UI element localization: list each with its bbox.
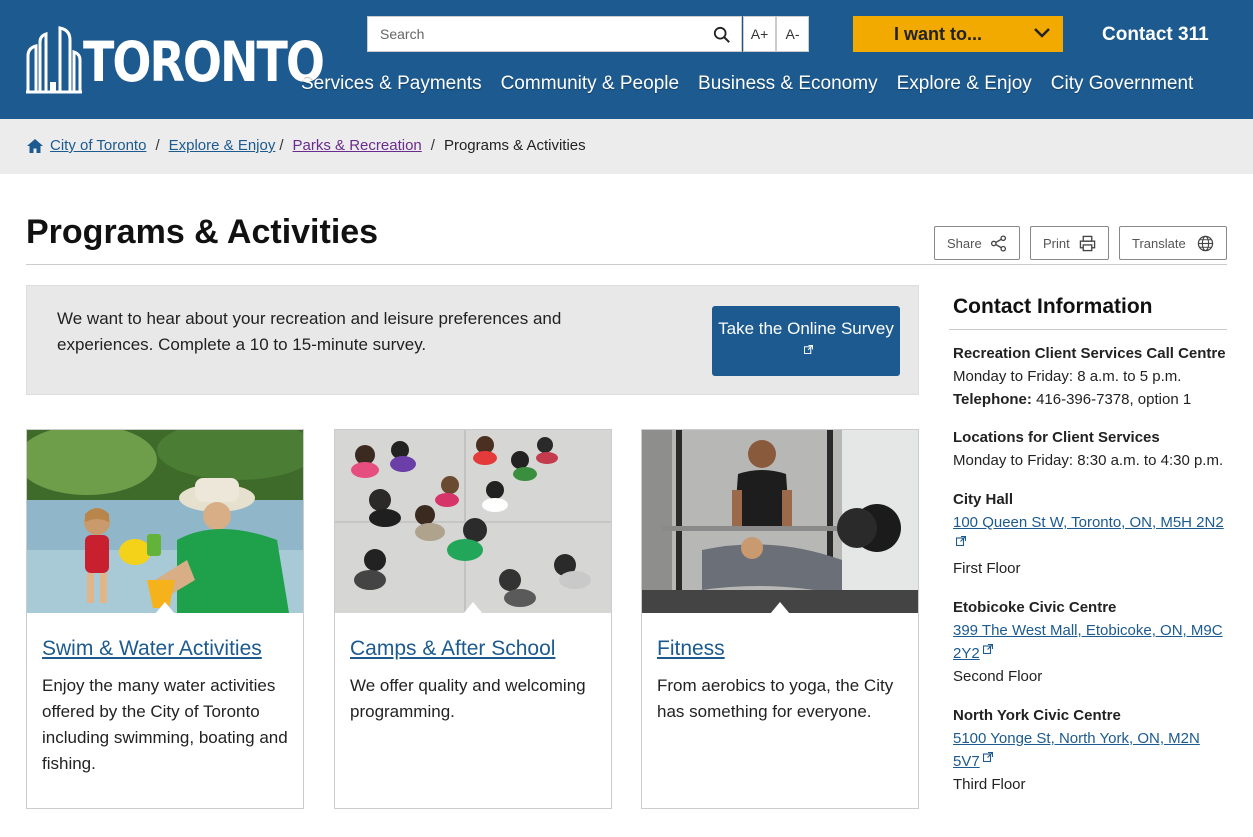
main-navigation: Services & Payments Community & People B… [301, 73, 1212, 95]
nav-business-economy[interactable]: Business & Economy [698, 73, 878, 95]
i-want-to-label: I want to... [894, 23, 982, 44]
contact-311-link[interactable]: Contact 311 [1102, 24, 1209, 46]
office-north-york: North York Civic Centre 5100 Yonge St, N… [949, 704, 1227, 796]
card-title: Fitness [657, 637, 725, 661]
card-title: Swim & Water Activities [42, 637, 262, 661]
logo-wordmark: TORONTO [83, 29, 325, 95]
nav-services-payments[interactable]: Services & Payments [301, 73, 482, 95]
swim-water-link[interactable]: Swim & Water Activities [42, 637, 262, 660]
office-name: City Hall [953, 491, 1014, 508]
breadcrumb-separator: / [430, 137, 435, 154]
sidebar-title: Contact Information [949, 285, 1227, 330]
survey-text: We want to hear about your recreation an… [57, 309, 562, 354]
breadcrumb-current: Programs & Activities [443, 137, 586, 154]
take-survey-button[interactable]: Take the Online Survey [712, 306, 900, 376]
i-want-to-dropdown[interactable]: I want to... [853, 16, 1063, 52]
office-etobicoke: Etobicoke Civic Centre 399 The West Mall… [949, 596, 1227, 688]
card-description: From aerobics to yoga, the City has some… [657, 676, 894, 721]
breadcrumb-separator: / [155, 137, 160, 154]
nav-city-government[interactable]: City Government [1051, 73, 1194, 95]
breadcrumb-city-of-toronto[interactable]: City of Toronto [50, 137, 146, 154]
search-box [367, 16, 742, 52]
call-centre-block: Recreation Client Services Call Centre M… [949, 342, 1227, 411]
title-divider [26, 264, 1227, 265]
card-swim-water: Swim & Water Activities Enjoy the many w… [26, 429, 304, 809]
external-link-icon [982, 644, 993, 654]
office-name: Etobicoke Civic Centre [953, 599, 1117, 616]
breadcrumb: City of Toronto / Explore & Enjoy / Park… [26, 137, 586, 154]
office-city-hall: City Hall 100 Queen St W, Toronto, ON, M… [949, 488, 1227, 580]
telephone-label: Telephone: [953, 391, 1032, 408]
card-description: We offer quality and welcoming programmi… [350, 676, 586, 721]
office-floor: Third Floor [953, 776, 1026, 793]
city-hall-logo-icon [26, 26, 82, 94]
children-splash-pad-image [27, 430, 303, 613]
breadcrumb-bar: City of Toronto / Explore & Enjoy / Park… [0, 119, 1253, 174]
share-label: Share [947, 235, 982, 251]
card-notch [463, 602, 483, 613]
site-header: TORONTO A+ A- I want to... Contact 311 S… [0, 0, 1253, 119]
weightlifting-gym-image [642, 430, 918, 613]
translate-label: Translate [1132, 235, 1186, 251]
office-address: 399 The West Mall, Etobicoke, ON, M9C 2Y… [953, 622, 1223, 662]
office-address: 100 Queen St W, Toronto, ON, M5H 2N2 [953, 514, 1224, 531]
office-address-link[interactable]: 100 Queen St W, Toronto, ON, M5H 2N2 [953, 514, 1224, 531]
nav-explore-enjoy[interactable]: Explore & Enjoy [897, 73, 1032, 95]
campers-aerial-image [335, 430, 611, 613]
locations-block: Locations for Client Services Monday to … [949, 426, 1227, 472]
card-title: Camps & After School [350, 637, 555, 661]
translate-button[interactable]: Translate [1119, 226, 1227, 260]
font-increase-button[interactable]: A+ [743, 16, 776, 52]
office-address-link[interactable]: 399 The West Mall, Etobicoke, ON, M9C 2Y… [953, 622, 1223, 662]
telephone-number: 416-396-7378, option 1 [1036, 391, 1192, 408]
card-camps-after-school: Camps & After School We offer quality an… [334, 429, 612, 809]
print-label: Print [1043, 235, 1070, 251]
print-button[interactable]: Print [1030, 226, 1109, 260]
locations-hours: Monday to Friday: 8:30 a.m. to 4:30 p.m. [953, 452, 1224, 469]
page-title: Programs & Activities [26, 213, 379, 251]
toronto-logo[interactable]: TORONTO [26, 24, 325, 94]
share-button[interactable]: Share [934, 226, 1020, 260]
font-decrease-button[interactable]: A- [776, 16, 809, 52]
office-floor: Second Floor [953, 668, 1043, 685]
swim-water-image[interactable] [27, 430, 303, 613]
office-address: 5100 Yonge St, North York, ON, M2N 5V7 [953, 730, 1200, 770]
breadcrumb-separator: / [279, 137, 284, 154]
call-centre-name: Recreation Client Services Call Centre [953, 345, 1226, 362]
survey-banner: We want to hear about your recreation an… [26, 285, 919, 395]
external-link-icon [956, 536, 966, 546]
breadcrumb-explore-enjoy[interactable]: Explore & Enjoy [169, 137, 276, 154]
search-icon[interactable] [713, 26, 731, 44]
search-input[interactable] [368, 17, 698, 51]
call-centre-hours: Monday to Friday: 8 a.m. to 5 p.m. [953, 368, 1182, 385]
home-icon[interactable] [26, 138, 44, 154]
card-notch [770, 602, 790, 613]
share-icon [990, 235, 1007, 252]
card-fitness: Fitness From aerobics to yoga, the City … [641, 429, 919, 809]
nav-community-people[interactable]: Community & People [501, 73, 679, 95]
fitness-link[interactable]: Fitness [657, 637, 725, 660]
contact-information-sidebar: Contact Information Recreation Client Se… [949, 285, 1227, 796]
chevron-down-icon [1034, 28, 1050, 38]
office-address-link[interactable]: 5100 Yonge St, North York, ON, M2N 5V7 [953, 730, 1200, 770]
external-link-icon [982, 752, 993, 762]
survey-button-label: Take the Online Survey [718, 319, 894, 338]
external-link-icon [803, 345, 813, 354]
office-name: North York Civic Centre [953, 707, 1121, 724]
fitness-image[interactable] [642, 430, 918, 613]
locations-name: Locations for Client Services [953, 429, 1160, 446]
office-floor: First Floor [953, 560, 1021, 577]
card-notch [155, 602, 175, 613]
printer-icon [1079, 235, 1096, 252]
camps-after-school-link[interactable]: Camps & After School [350, 637, 555, 660]
globe-icon [1197, 235, 1214, 252]
camps-image[interactable] [335, 430, 611, 613]
card-description: Enjoy the many water activities offered … [42, 676, 288, 773]
breadcrumb-parks-recreation[interactable]: Parks & Recreation [293, 137, 422, 154]
